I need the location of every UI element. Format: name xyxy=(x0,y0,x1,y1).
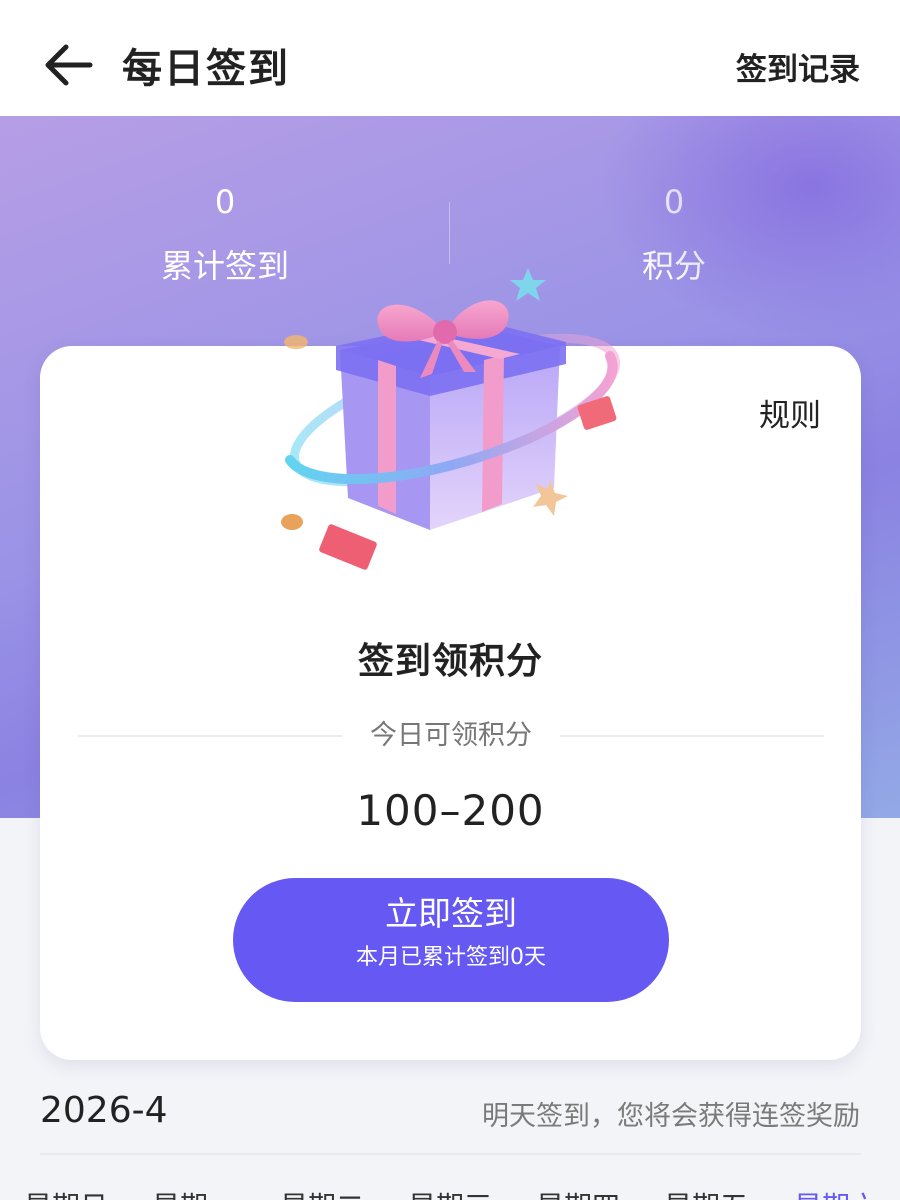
divider-line-right xyxy=(560,735,824,737)
weekday-sun: 星期日 xyxy=(24,1185,108,1200)
weekday-tue: 星期二 xyxy=(280,1185,364,1200)
streak-tip: 明天签到，您将会获得连签奖励 xyxy=(482,1101,860,1132)
signin-button-label: 立即签到 xyxy=(385,894,517,933)
today-points-divider: 今日可领积分 xyxy=(78,716,824,756)
signin-button-subtext: 本月已累计签到0天 xyxy=(356,945,546,970)
weekday-row: 星期日 星期一 星期二 星期三 星期四 星期五 星期六 xyxy=(0,1185,900,1200)
signin-button[interactable]: 立即签到 本月已累计签到0天 xyxy=(233,878,669,1002)
card-title: 签到领积分 xyxy=(357,641,543,682)
weekday-sat: 星期六 xyxy=(794,1185,878,1200)
arrow-left-icon xyxy=(45,44,93,86)
back-button[interactable] xyxy=(40,40,96,90)
weekday-mon: 星期一 xyxy=(152,1185,236,1200)
section-divider xyxy=(40,1153,861,1155)
page-title: 每日签到 xyxy=(122,46,290,92)
weekday-fri: 星期五 xyxy=(664,1185,748,1200)
stat-divider xyxy=(449,202,450,264)
app-header: 每日签到 签到记录 xyxy=(0,0,900,116)
points-range: 100–200 xyxy=(356,786,545,835)
weekday-wed: 星期三 xyxy=(408,1185,492,1200)
calendar-month: 2026-4 xyxy=(40,1090,168,1131)
gift-box-illustration xyxy=(281,268,621,570)
points-value: 0 xyxy=(663,183,685,221)
signin-record-link[interactable]: 签到记录 xyxy=(736,44,860,89)
weekday-thu: 星期四 xyxy=(536,1185,620,1200)
total-signins-value: 0 xyxy=(214,183,236,221)
rules-link[interactable]: 规则 xyxy=(759,390,821,435)
